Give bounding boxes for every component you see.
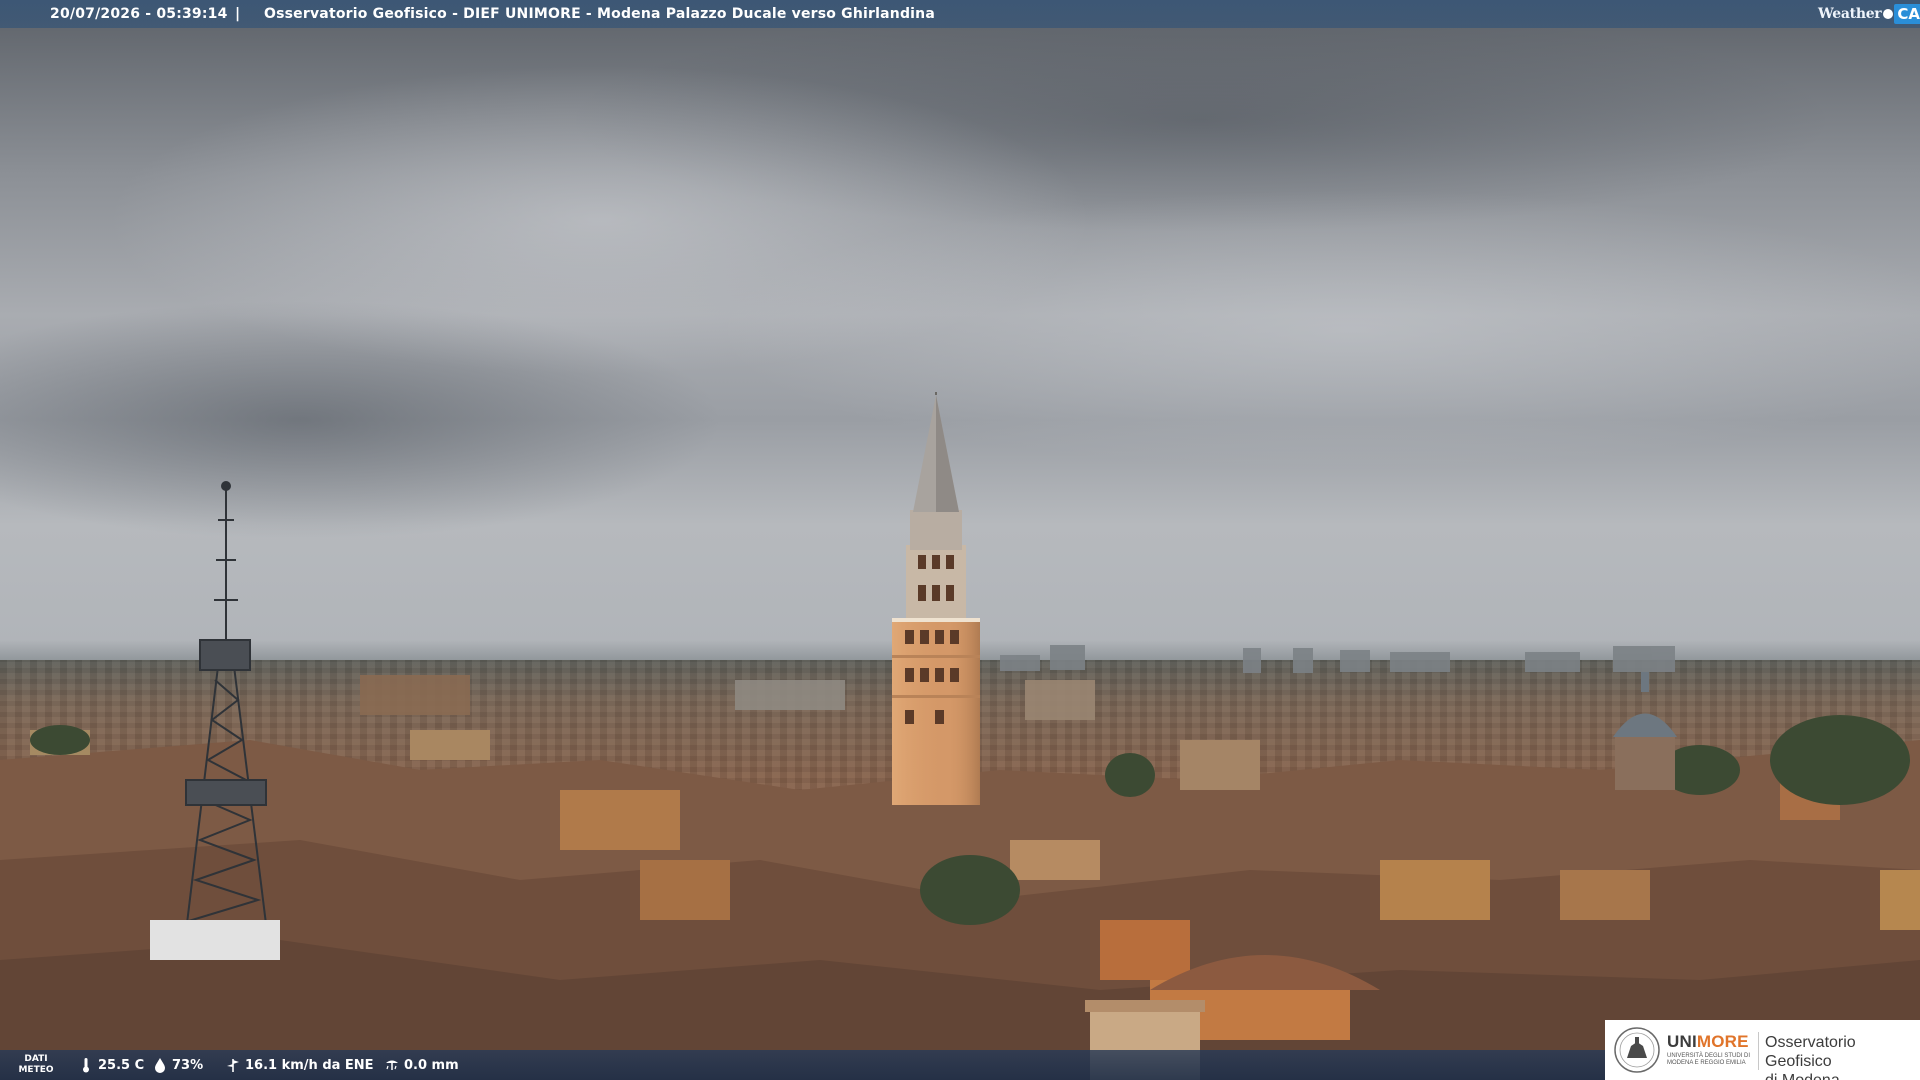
- weathercam-dot-icon: [1883, 9, 1894, 19]
- logo-divider: [1758, 1032, 1759, 1070]
- humidity-value: 73%: [172, 1057, 204, 1073]
- title-separator: |: [235, 6, 241, 22]
- thermometer-icon: [83, 1058, 89, 1073]
- wind-icon: [227, 1059, 239, 1072]
- rain-value: 0.0 mm: [404, 1057, 459, 1073]
- dome: [1613, 672, 1677, 790]
- rooftop-units: [150, 920, 280, 960]
- droplet-icon: [155, 1058, 165, 1073]
- university-name-part2: MORE: [1696, 1032, 1749, 1051]
- wind-value: 16.1 km/h da ENE: [245, 1057, 374, 1073]
- scene-drawing: [0, 392, 1920, 1080]
- weathercam-logo-cam: CAM: [1894, 4, 1920, 24]
- temperature-reading: 25.5 C: [78, 1057, 144, 1073]
- temperature-value: 25.5 C: [98, 1057, 145, 1073]
- weather-data-label-line1: DATI: [24, 1054, 48, 1064]
- capture-timestamp: 20/07/2026 - 05:39:14: [50, 6, 228, 22]
- observatory-name-line2: di Modena: [1765, 1071, 1920, 1080]
- humidity-reading: 73%: [152, 1057, 203, 1073]
- observatory-name-line1: Osservatorio Geofisico: [1765, 1034, 1856, 1070]
- rain-reading: 0.0 mm: [384, 1057, 459, 1073]
- distant-buildings: [360, 645, 1675, 720]
- weather-data-strip: DATI METEO 25.5 C 73% 16.1 km/h da ENE 0…: [0, 1050, 1605, 1080]
- university-name-part1: UNI: [1667, 1032, 1697, 1051]
- unimore-observatory-logo: UNIMORE UNIVERSITÀ DEGLI STUDI DI MODENA…: [1605, 1020, 1920, 1080]
- webcam-image: [0, 0, 1920, 1080]
- rain-gauge-icon: [386, 1060, 398, 1070]
- bell-tower-ghirlandina: [892, 392, 980, 805]
- university-seal-icon: [1614, 1027, 1660, 1073]
- university-name: UNIMORE: [1667, 1032, 1749, 1052]
- wind-reading: 16.1 km/h da ENE: [225, 1057, 374, 1073]
- observatory-name: Osservatorio Geofisico di Modena: [1765, 1033, 1920, 1080]
- university-subtitle: UNIVERSITÀ DEGLI STUDI DI MODENA E REGGI…: [1667, 1053, 1751, 1066]
- weathercam-logo-weather: Weather: [1818, 6, 1882, 22]
- camera-title: Osservatorio Geofisico - DIEF UNIMORE - …: [264, 6, 935, 22]
- weather-data-label-line2: METEO: [18, 1065, 54, 1075]
- weather-data-label: DATI METEO: [18, 1054, 54, 1076]
- weathercam-logo: Weather CAM: [1818, 3, 1920, 25]
- camera-info-bar: 20/07/2026 - 05:39:14 | Osservatorio Geo…: [0, 0, 1920, 28]
